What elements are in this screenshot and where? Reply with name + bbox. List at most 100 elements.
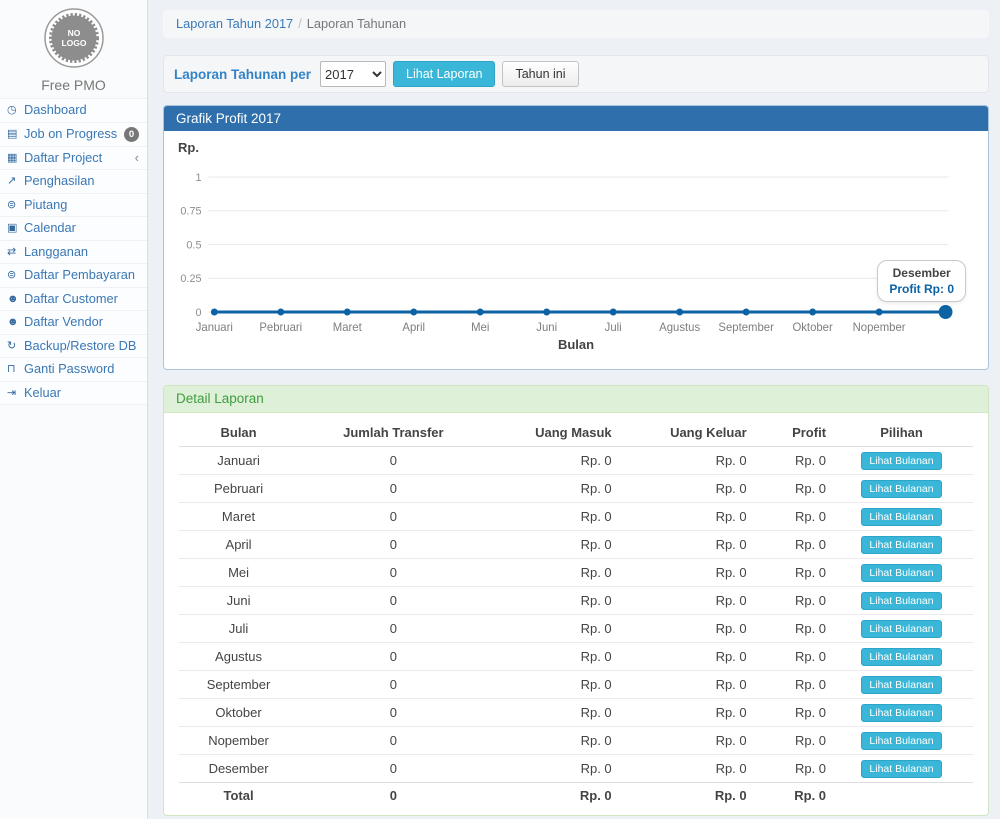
lihat-bulanan-button[interactable]: Lihat Bulanan <box>861 452 941 470</box>
lihat-bulanan-button[interactable]: Lihat Bulanan <box>861 704 941 722</box>
x-tick-label: Agustus <box>659 322 700 334</box>
table-row: Januari0Rp. 0Rp. 0Rp. 0Lihat Bulanan <box>179 447 973 475</box>
sidebar-item-penghasilan[interactable]: ↗Penghasilan <box>0 170 147 194</box>
column-header-pilihan: Pilihan <box>830 419 973 447</box>
table-row: Juli0Rp. 0Rp. 0Rp. 0Lihat Bulanan <box>179 615 973 643</box>
y-tick-label: 0.5 <box>186 239 201 251</box>
breadcrumb-link[interactable]: Laporan Tahun 2017 <box>176 16 293 31</box>
lihat-bulanan-button[interactable]: Lihat Bulanan <box>861 676 941 694</box>
page: NO LOGO Free PMO ◷Dashboard▤Job on Progr… <box>0 0 1000 819</box>
data-point <box>410 309 417 316</box>
lihat-bulanan-button[interactable]: Lihat Bulanan <box>861 592 941 610</box>
sidebar-item-label: Job on Progress <box>24 127 124 142</box>
data-point <box>344 309 351 316</box>
sidebar-item-calendar[interactable]: ▣Calendar <box>0 217 147 241</box>
sidebar-item-langganan[interactable]: ⇄Langganan <box>0 241 147 265</box>
sidebar-item-backup-restore-db[interactable]: ↻Backup/Restore DB <box>0 335 147 359</box>
cell: 0 <box>298 643 489 671</box>
cell: Rp. 0 <box>616 699 751 727</box>
lihat-bulanan-button[interactable]: Lihat Bulanan <box>861 620 941 638</box>
lihat-bulanan-button[interactable]: Lihat Bulanan <box>861 564 941 582</box>
sidebar-item-label: Calendar <box>24 221 139 236</box>
sidebar-item-piutang[interactable]: ⊜Piutang <box>0 194 147 218</box>
cell-actions: Lihat Bulanan <box>830 615 973 643</box>
cell: Pebruari <box>179 475 298 503</box>
cell: 0 <box>298 755 489 783</box>
detail-panel-title: Detail Laporan <box>164 386 988 413</box>
count-badge: 0 <box>124 127 139 142</box>
cell-actions: Lihat Bulanan <box>830 727 973 755</box>
x-tick-label: Januari <box>196 322 233 334</box>
cell: Rp. 0 <box>616 615 751 643</box>
sidebar-item-job-on-progress[interactable]: ▤Job on Progress0 <box>0 123 147 147</box>
cell: Rp. 0 <box>616 755 751 783</box>
y-tick-label: 0.25 <box>180 273 201 285</box>
logo-text-line2: LOGO <box>61 38 86 48</box>
cell: 0 <box>298 587 489 615</box>
lihat-bulanan-button[interactable]: Lihat Bulanan <box>861 480 941 498</box>
lock-icon: ⊓ <box>7 362 24 377</box>
sidebar: NO LOGO Free PMO ◷Dashboard▤Job on Progr… <box>0 0 148 819</box>
table-row: Pebruari0Rp. 0Rp. 0Rp. 0Lihat Bulanan <box>179 475 973 503</box>
cell-actions: Lihat Bulanan <box>830 643 973 671</box>
sidebar-item-keluar[interactable]: ⇥Keluar <box>0 382 147 406</box>
x-tick-label: Nopember <box>853 322 906 334</box>
cell: Rp. 0 <box>616 587 751 615</box>
cell: Agustus <box>179 643 298 671</box>
cell: Rp. 0 <box>751 475 830 503</box>
lihat-bulanan-button[interactable]: Lihat Bulanan <box>861 536 941 554</box>
sidebar-item-daftar-pembayaran[interactable]: ⊜Daftar Pembayaran <box>0 264 147 288</box>
chart-tooltip: Desember Profit Rp: 0 <box>877 260 966 302</box>
logo-box: NO LOGO Free PMO <box>0 0 147 98</box>
money-icon: ⊜ <box>7 198 24 213</box>
sidebar-item-label: Backup/Restore DB <box>24 339 139 354</box>
sidebar-item-label: Keluar <box>24 386 139 401</box>
x-tick-label: September <box>718 322 774 334</box>
x-tick-label: Oktober <box>792 322 833 334</box>
lihat-bulanan-button[interactable]: Lihat Bulanan <box>861 508 941 526</box>
sidebar-item-label: Penghasilan <box>24 174 139 189</box>
sidebar-item-label: Daftar Pembayaran <box>24 268 139 283</box>
detail-panel-body: BulanJumlah TransferUang MasukUang Kelua… <box>164 413 988 815</box>
sidebar-item-ganti-password[interactable]: ⊓Ganti Password <box>0 358 147 382</box>
cell: 0 <box>298 475 489 503</box>
cell: Rp. 0 <box>751 447 830 475</box>
table-row: April0Rp. 0Rp. 0Rp. 0Lihat Bulanan <box>179 531 973 559</box>
profit-chart-svg: 00.250.50.751JanuariPebruariMaretAprilMe… <box>164 131 988 369</box>
column-header-bulan: Bulan <box>179 419 298 447</box>
sidebar-item-dashboard[interactable]: ◷Dashboard <box>0 99 147 123</box>
sidebar-item-daftar-vendor[interactable]: ☻Daftar Vendor <box>0 311 147 335</box>
year-select[interactable]: 2017 <box>320 61 386 87</box>
sidebar-item-daftar-project[interactable]: ▦Daftar Project‹ <box>0 147 147 171</box>
x-tick-label: Mei <box>471 322 489 334</box>
cell: Rp. 0 <box>489 503 616 531</box>
cell: 0 <box>298 615 489 643</box>
breadcrumb-separator: / <box>298 16 302 31</box>
data-point <box>610 309 617 316</box>
data-point <box>876 309 883 316</box>
filter-label: Laporan Tahunan per <box>174 67 311 82</box>
data-point <box>743 309 750 316</box>
y-axis-title: Rp. <box>178 140 199 155</box>
table-row: Oktober0Rp. 0Rp. 0Rp. 0Lihat Bulanan <box>179 699 973 727</box>
cell: Rp. 0 <box>489 643 616 671</box>
sign-out-icon: ⇥ <box>7 386 24 401</box>
sidebar-item-daftar-customer[interactable]: ☻Daftar Customer <box>0 288 147 312</box>
cell: 0 <box>298 559 489 587</box>
sidebar-menu: ◷Dashboard▤Job on Progress0▦Daftar Proje… <box>0 98 147 405</box>
cell: Rp. 0 <box>489 587 616 615</box>
detail-table-head-row: BulanJumlah TransferUang MasukUang Kelua… <box>179 419 973 447</box>
cell: Nopember <box>179 727 298 755</box>
cell: Rp. 0 <box>751 643 830 671</box>
sidebar-item-label: Langganan <box>24 245 139 260</box>
cell: 0 <box>298 531 489 559</box>
x-tick-label: Juni <box>536 322 557 334</box>
lihat-bulanan-button[interactable]: Lihat Bulanan <box>861 732 941 750</box>
tahun-ini-button[interactable]: Tahun ini <box>502 61 578 87</box>
lihat-bulanan-button[interactable]: Lihat Bulanan <box>861 760 941 778</box>
table-row: Desember0Rp. 0Rp. 0Rp. 0Lihat Bulanan <box>179 755 973 783</box>
lihat-bulanan-button[interactable]: Lihat Bulanan <box>861 648 941 666</box>
lihat-laporan-button[interactable]: Lihat Laporan <box>393 61 495 87</box>
breadcrumb: Laporan Tahun 2017/Laporan Tahunan <box>163 10 989 38</box>
cell: Rp. 0 <box>616 727 751 755</box>
